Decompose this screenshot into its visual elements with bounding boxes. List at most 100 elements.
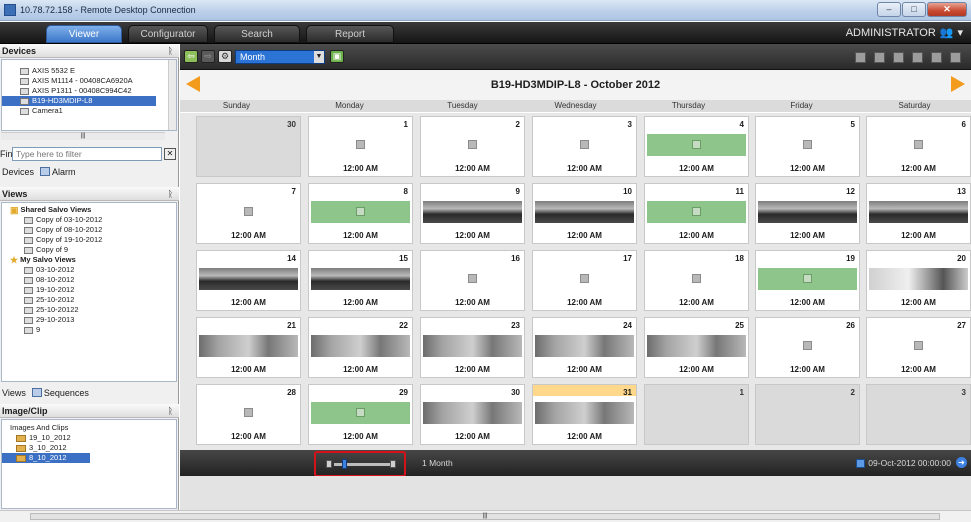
calendar-day-cell[interactable]: 22 12:00 AM	[308, 317, 413, 378]
device-item[interactable]: AXIS 5532 E	[2, 66, 176, 76]
tab-views[interactable]: Views	[2, 388, 26, 398]
back-arrow-icon[interactable]: ⇦	[184, 50, 198, 63]
device-item-selected[interactable]: B19-HD3MDIP-L8	[2, 96, 156, 106]
clip-folder[interactable]: 3_10_2012	[2, 443, 176, 453]
device-item[interactable]: Camera1	[2, 106, 176, 116]
pin-icon[interactable]: ᚱ	[168, 187, 173, 201]
export-icon[interactable]: ▣	[330, 50, 344, 63]
tab-report[interactable]: Report	[306, 25, 394, 43]
calendar-day-cell[interactable]: 8 12:00 AM	[308, 183, 413, 244]
tab-configurator[interactable]: Configurator	[128, 25, 208, 43]
calendar-day-cell[interactable]: 16 12:00 AM	[420, 250, 525, 311]
filter-input[interactable]	[12, 147, 162, 161]
recording-thumbnail[interactable]	[535, 402, 634, 424]
recording-event-bar[interactable]	[758, 268, 857, 290]
calendar-day-cell[interactable]: 11 12:00 AM	[644, 183, 749, 244]
calendar-day-cell[interactable]: 26 12:00 AM	[755, 317, 860, 378]
calendar-day-cell[interactable]: 13 12:00 AM	[866, 183, 971, 244]
recording-thumbnail[interactable]	[535, 201, 634, 223]
recording-thumbnail[interactable]	[311, 335, 410, 357]
layout-6-icon[interactable]	[950, 52, 961, 63]
no-recording-placeholder[interactable]	[647, 268, 746, 290]
calendar-settings-icon[interactable]: ⚙	[218, 50, 232, 63]
no-recording-placeholder[interactable]	[758, 134, 857, 156]
device-tree-hscrollbar[interactable]: |||	[1, 132, 165, 140]
user-menu[interactable]: ADMINISTRATOR 👥 ▾	[846, 26, 963, 40]
calendar-day-cell[interactable]: 30	[196, 116, 301, 177]
view-item[interactable]: Copy of 03-10-2012	[2, 215, 176, 225]
view-item[interactable]: 25-10-20122	[2, 305, 176, 315]
no-recording-placeholder[interactable]	[535, 134, 634, 156]
view-item[interactable]: Copy of 19-10-2012	[2, 235, 176, 245]
zoom-in-icon[interactable]	[390, 460, 396, 468]
recording-thumbnail[interactable]	[869, 268, 968, 290]
view-item[interactable]: 9	[2, 325, 176, 335]
calendar-day-cell[interactable]: 31 12:00 AM	[532, 384, 637, 445]
recording-thumbnail[interactable]	[535, 335, 634, 357]
layout-2-icon[interactable]	[874, 52, 885, 63]
recording-thumbnail[interactable]	[423, 201, 522, 223]
tab-alarm[interactable]: Alarm	[40, 167, 76, 177]
view-item[interactable]: 19-10-2012	[2, 285, 176, 295]
no-recording-placeholder[interactable]	[758, 335, 857, 357]
calendar-day-cell[interactable]: 25 12:00 AM	[644, 317, 749, 378]
calendar-day-cell[interactable]: 7 12:00 AM	[196, 183, 301, 244]
tab-sequences[interactable]: Sequences	[31, 388, 89, 398]
calendar-day-cell[interactable]: 27 12:00 AM	[866, 317, 971, 378]
recording-event-bar[interactable]	[311, 402, 410, 424]
view-item[interactable]: 29-10-2013	[2, 315, 176, 325]
pin-icon[interactable]: ᚱ	[168, 404, 173, 418]
recording-event-bar[interactable]	[647, 134, 746, 156]
calendar-day-cell[interactable]: 6 12:00 AM	[866, 116, 971, 177]
device-item[interactable]: AXIS P1311 - 00408C994C42	[2, 86, 176, 96]
clip-folder[interactable]: 19_10_2012	[2, 433, 176, 443]
next-month-arrow-icon[interactable]	[951, 76, 965, 92]
minimize-button[interactable]: –	[877, 2, 901, 17]
calendar-day-cell[interactable]: 12 12:00 AM	[755, 183, 860, 244]
view-item[interactable]: Copy of 9	[2, 245, 176, 255]
maximize-button[interactable]: □	[902, 2, 926, 17]
layout-1-icon[interactable]	[855, 52, 866, 63]
pin-icon[interactable]: ᚱ	[168, 44, 173, 58]
layout-5-icon[interactable]	[931, 52, 942, 63]
calendar-day-cell[interactable]: 18 12:00 AM	[644, 250, 749, 311]
recording-thumbnail[interactable]	[758, 201, 857, 223]
no-recording-placeholder[interactable]	[199, 201, 298, 223]
recording-thumbnail[interactable]	[423, 402, 522, 424]
clips-root[interactable]: Images And Clips	[2, 423, 176, 433]
tab-devices[interactable]: Devices	[2, 167, 34, 177]
calendar-day-cell[interactable]: 28 12:00 AM	[196, 384, 301, 445]
view-item[interactable]: 03-10-2012	[2, 265, 176, 275]
view-item[interactable]: 25-10-2012	[2, 295, 176, 305]
recording-thumbnail[interactable]	[199, 335, 298, 357]
calendar-day-cell[interactable]: 5 12:00 AM	[755, 116, 860, 177]
my-salvo-group[interactable]: ★ My Salvo Views	[2, 255, 176, 265]
recording-thumbnail[interactable]	[199, 268, 298, 290]
tab-search[interactable]: Search	[214, 25, 300, 43]
recording-thumbnail[interactable]	[647, 335, 746, 357]
calendar-day-cell[interactable]: 24 12:00 AM	[532, 317, 637, 378]
recording-event-bar[interactable]	[647, 201, 746, 223]
window-hscrollbar[interactable]: |||	[0, 510, 971, 522]
calendar-day-cell[interactable]: 3 12:00 AM	[532, 116, 637, 177]
calendar-day-cell[interactable]: 2	[755, 384, 860, 445]
layout-3-icon[interactable]	[893, 52, 904, 63]
period-select[interactable]: Month ▼	[235, 50, 325, 64]
calendar-day-cell[interactable]: 10 12:00 AM	[532, 183, 637, 244]
close-button[interactable]: ✕	[927, 2, 967, 17]
calendar-day-cell[interactable]: 23 12:00 AM	[420, 317, 525, 378]
calendar-day-cell[interactable]: 9 12:00 AM	[420, 183, 525, 244]
no-recording-placeholder[interactable]	[869, 134, 968, 156]
zoom-out-icon[interactable]	[326, 460, 332, 468]
calendar-day-cell[interactable]: 19 12:00 AM	[755, 250, 860, 311]
calendar-day-cell[interactable]: 14 12:00 AM	[196, 250, 301, 311]
calendar-day-cell[interactable]: 4 12:00 AM	[644, 116, 749, 177]
calendar-day-cell[interactable]: 20 12:00 AM	[866, 250, 971, 311]
no-recording-placeholder[interactable]	[423, 268, 522, 290]
calendar-day-cell[interactable]: 29 12:00 AM	[308, 384, 413, 445]
shared-salvo-group[interactable]: ▣ Shared Salvo Views	[2, 205, 176, 215]
calendar-day-cell[interactable]: 17 12:00 AM	[532, 250, 637, 311]
scroll-thumb[interactable]: |||	[30, 513, 940, 520]
view-item[interactable]: Copy of 08-10-2012	[2, 225, 176, 235]
device-item[interactable]: AXIS M1114 - 00408CA6920A	[2, 76, 176, 86]
